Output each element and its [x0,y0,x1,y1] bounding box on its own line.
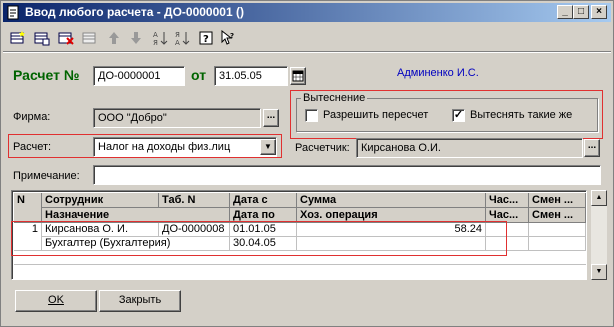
table-scrollbar[interactable]: ▲ ▼ [591,190,607,280]
svg-text:?: ? [203,34,209,45]
copy-row-icon[interactable] [33,29,51,47]
exclude-same-checkbox[interactable]: ✓ [452,109,465,122]
date-field[interactable]: 31.05.05 [214,66,288,86]
doc-number-label: Расчет № [13,67,80,83]
cell-shifts-2[interactable] [529,237,586,251]
calculator-field[interactable]: Кирсанова О.И. [356,138,583,158]
toolbar: AЯ ЯA ? ? [7,26,607,50]
svg-text:A: A [175,39,180,46]
move-down-icon[interactable] [127,29,145,47]
calculator-select-button[interactable]: ... [584,139,600,157]
cell-shifts[interactable] [529,223,586,237]
firm-select-button[interactable]: ... [263,109,279,127]
note-label: Примечание: [13,170,80,182]
maximize-button[interactable]: □ [573,5,589,19]
author-name: Админенко И.С. [397,67,479,79]
highlight-row [11,221,507,256]
sort-asc-icon[interactable]: AЯ [151,29,169,47]
firm-field[interactable]: ООО "Добро" [93,108,261,128]
document-icon [6,5,21,20]
minimize-button[interactable]: _ [557,5,573,19]
calendar-button[interactable] [290,67,306,85]
calc-label: Расчет: [13,141,52,153]
move-up-icon[interactable] [105,29,123,47]
svg-text:A: A [153,31,158,39]
window-title: Ввод любого расчета - ДО-0000001 () [25,5,244,19]
ok-button[interactable]: OK [15,290,97,312]
calc-dropdown-button[interactable]: ▼ [260,139,276,155]
sort-desc-icon[interactable]: ЯA [173,29,191,47]
toolbar-divider [3,51,611,53]
close-window-button[interactable]: × [591,5,607,19]
allow-recalc-checkbox[interactable] [305,109,318,122]
col-header-sum[interactable]: Сумма [297,193,486,208]
svg-text:?: ? [230,32,234,40]
svg-text:Я: Я [153,39,158,46]
date-label: от [191,67,207,83]
col-header-date-from[interactable]: Дата с [230,193,297,208]
col-header-shifts[interactable]: Смен ... [529,193,586,208]
calculator-label: Расчетчик: [295,142,350,154]
note-field[interactable] [93,165,601,185]
svg-text:Я: Я [175,31,180,39]
context-help-icon[interactable]: ? [219,29,237,47]
scroll-down-button[interactable]: ▼ [591,264,607,280]
help-icon[interactable]: ? [197,29,215,47]
ok-button-label: OK [48,294,64,306]
col-header-hours[interactable]: Час... [486,193,529,208]
close-button[interactable]: Закрыть [99,290,181,312]
col-header-employee[interactable]: Сотрудник [42,193,159,208]
new-row-icon[interactable] [9,29,27,47]
dialog-window: Ввод любого расчета - ДО-0000001 () _ □ … [0,0,614,327]
exclude-same-label: Вытеснять такие же [470,109,573,121]
exclusion-group-title: Вытеснение [301,92,368,104]
allow-recalc-label: Разрешить пересчет [323,109,429,121]
edit-row-icon[interactable] [81,29,99,47]
delete-row-icon[interactable] [57,29,75,47]
col-header-n[interactable]: N [14,193,42,223]
col-header-tab[interactable]: Таб. N [159,193,230,208]
close-button-label: Закрыть [118,294,162,306]
scroll-up-button[interactable]: ▲ [591,190,607,206]
title-bar[interactable]: Ввод любого расчета - ДО-0000001 () _ □ … [3,3,611,22]
col-header-shifts-2[interactable]: Смен ... [529,208,586,223]
calc-select[interactable]: Налог на доходы физ.лиц [93,137,277,157]
firm-label: Фирма: [13,111,51,123]
doc-number-field[interactable]: ДО-0000001 [93,66,185,86]
calendar-icon [292,70,304,82]
